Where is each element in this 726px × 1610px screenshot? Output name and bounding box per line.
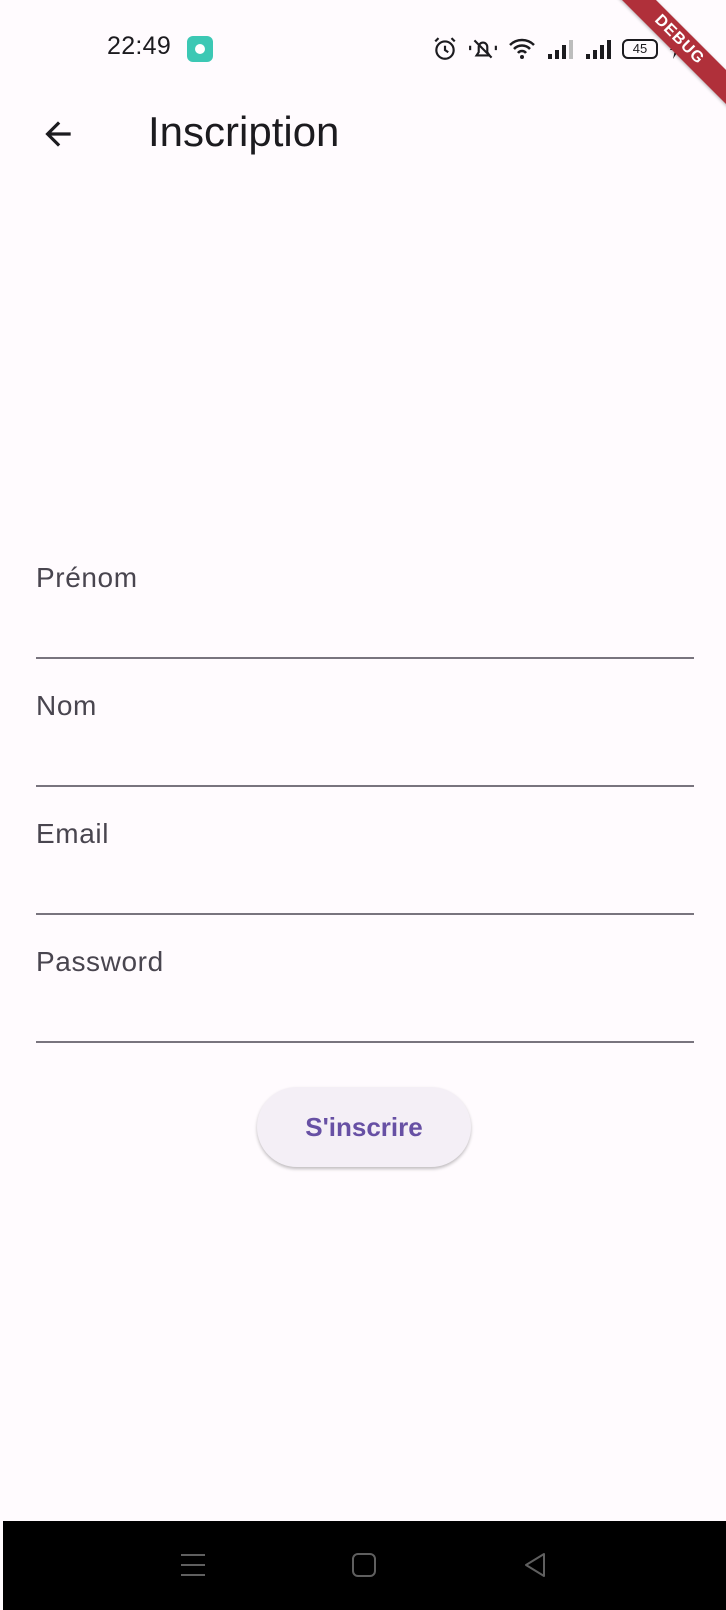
app-bar: Inscription bbox=[0, 96, 726, 172]
page-title: Inscription bbox=[148, 108, 340, 155]
status-time: 22:49 bbox=[107, 32, 172, 60]
email-field[interactable]: Email bbox=[36, 818, 694, 928]
home-icon bbox=[352, 1553, 376, 1577]
last-name-field[interactable]: Nom bbox=[36, 690, 694, 800]
battery-icon: 45 bbox=[622, 39, 658, 59]
email-input[interactable] bbox=[36, 862, 694, 912]
first-name-input[interactable] bbox=[36, 606, 694, 656]
password-input[interactable] bbox=[36, 990, 694, 1040]
signal-icon bbox=[546, 38, 574, 60]
email-label: Email bbox=[36, 818, 110, 849]
bell-muted-icon bbox=[468, 36, 498, 62]
screen: 22:49 45 DEBUG Inscription Prénom Nom Em… bbox=[0, 0, 726, 1610]
alarm-icon bbox=[432, 36, 458, 62]
wifi-icon bbox=[508, 37, 536, 61]
system-nav-bar bbox=[3, 1521, 726, 1610]
charging-bolt-icon bbox=[668, 38, 682, 60]
recent-apps-button[interactable] bbox=[171, 1543, 215, 1587]
last-name-input[interactable] bbox=[36, 734, 694, 784]
home-button[interactable] bbox=[342, 1543, 386, 1587]
menu-icon bbox=[181, 1554, 205, 1576]
system-back-button[interactable] bbox=[513, 1543, 557, 1587]
last-name-label: Nom bbox=[36, 690, 97, 721]
first-name-label: Prénom bbox=[36, 562, 138, 593]
email-underline bbox=[36, 913, 694, 915]
password-label: Password bbox=[36, 946, 164, 977]
register-button[interactable]: S'inscrire bbox=[257, 1087, 471, 1167]
app-notification-icon bbox=[187, 36, 213, 62]
status-bar: 22:49 45 DEBUG bbox=[0, 0, 726, 109]
last-name-underline bbox=[36, 785, 694, 787]
first-name-field[interactable]: Prénom bbox=[36, 562, 694, 672]
first-name-underline bbox=[36, 657, 694, 659]
password-field[interactable]: Password bbox=[36, 946, 694, 1056]
arrow-back-icon bbox=[45, 121, 71, 147]
back-button[interactable] bbox=[30, 106, 86, 162]
password-underline bbox=[36, 1041, 694, 1043]
status-icons: 45 bbox=[432, 34, 682, 64]
back-triangle-icon bbox=[525, 1553, 545, 1577]
signal-icon bbox=[584, 38, 612, 60]
